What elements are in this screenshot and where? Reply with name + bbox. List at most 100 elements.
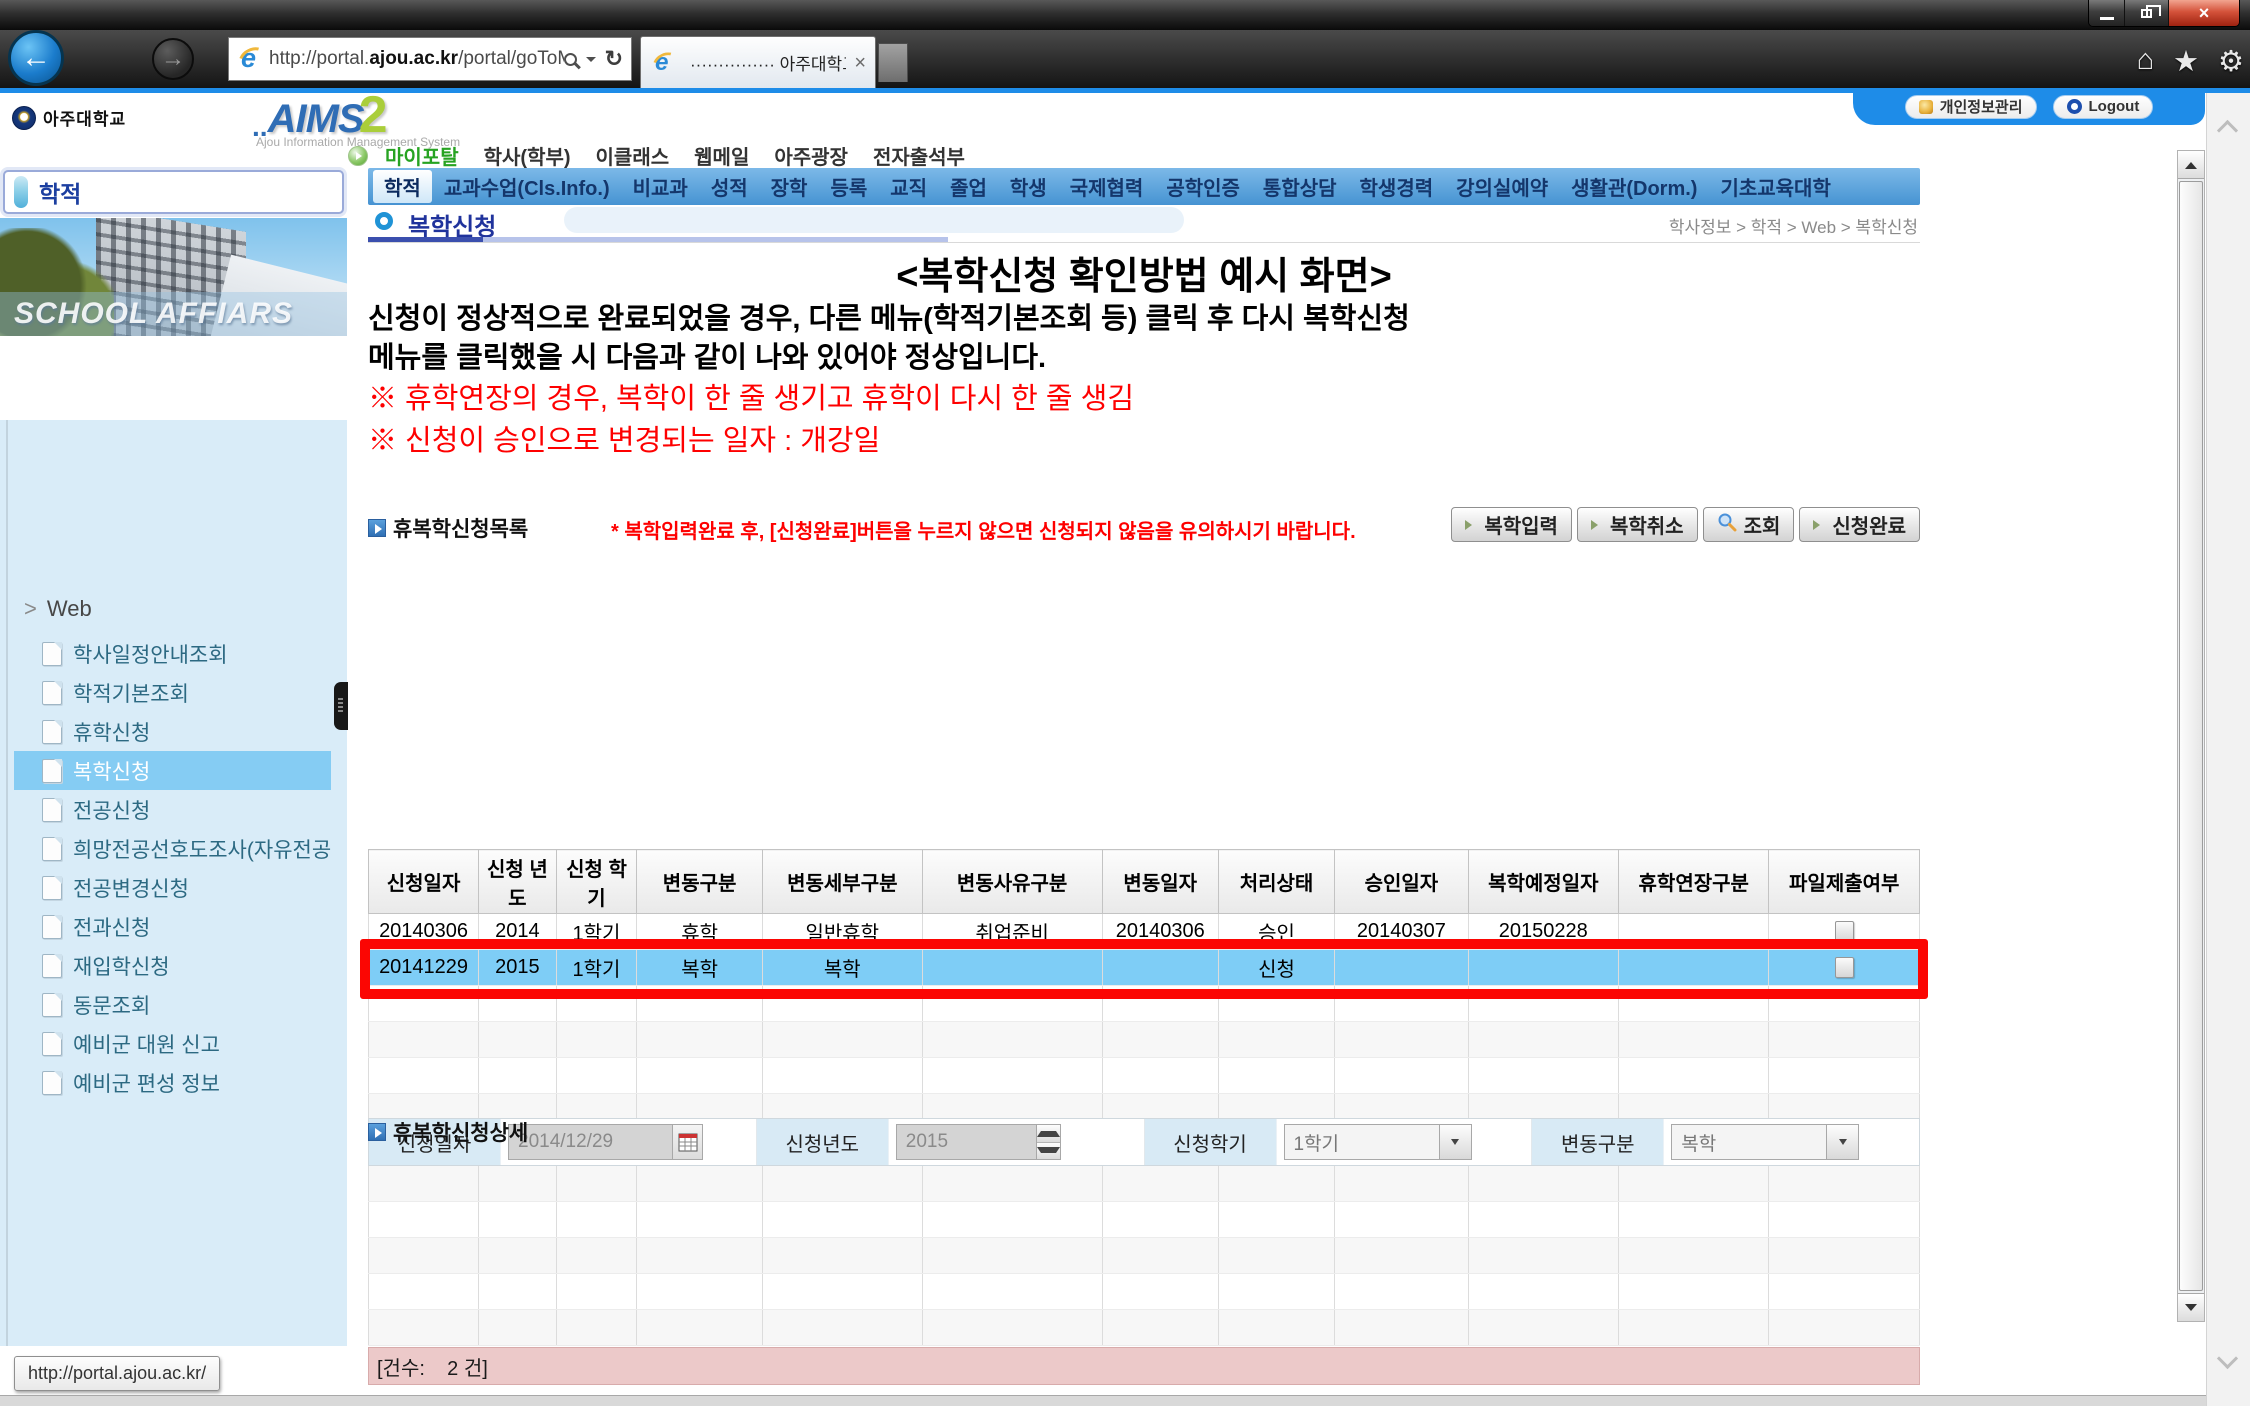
sidebar-item[interactable]: 예비군 대원 신고 (42, 1024, 331, 1063)
sidebar-item[interactable]: 예비군 편성 정보 (42, 1063, 331, 1102)
scroll-up-button[interactable] (2178, 151, 2204, 179)
quick-link[interactable]: 마이포탈 (385, 141, 459, 170)
dropdown-신청학기[interactable]: 1학기 (1284, 1124, 1472, 1160)
quick-link[interactable]: 웹메일 (694, 141, 749, 170)
sidebar-item[interactable]: 학적기본조회 (42, 673, 331, 712)
action-button-조회[interactable]: 조회 (1703, 507, 1795, 542)
address-bar[interactable]: e http://portal.ajou.ac.kr/portal/goToMy… (228, 37, 632, 81)
menu-item[interactable]: 교과수업(Cls.Info.) (433, 168, 621, 205)
menu-item[interactable]: 등록 (819, 168, 878, 205)
scroll-down-button[interactable] (2178, 1293, 2204, 1321)
menu-item[interactable]: 성적 (700, 168, 759, 205)
section-square-icon (368, 519, 386, 537)
empty-cell (1769, 1310, 1920, 1346)
table-row[interactable]: 2014122920151학기복학복학 신청 (369, 950, 1920, 986)
sidebar-item[interactable]: 전공변경신청 (42, 868, 331, 907)
back-button[interactable]: ← (8, 30, 64, 86)
sidebar-item[interactable]: 재입학신청 (42, 946, 331, 985)
date-input[interactable]: 2014/12/29 (508, 1124, 703, 1160)
sidebar-group-web[interactable]: > Web (0, 420, 347, 634)
menu-item[interactable]: 통합상담 (1252, 168, 1348, 205)
file-submit-checkbox[interactable] (1835, 921, 1854, 942)
logout-button[interactable]: Logout (2053, 95, 2154, 119)
sidebar-item[interactable]: 휴학신청 (42, 712, 331, 751)
restore-button[interactable] (2125, 0, 2169, 26)
home-icon[interactable]: ⌂ (2136, 44, 2154, 79)
quick-link[interactable]: 학사(학부) (484, 141, 571, 170)
sidebar-item[interactable]: 전공신청 (42, 790, 331, 829)
empty-cell (369, 1274, 479, 1310)
quick-link[interactable]: 이클래스 (596, 141, 670, 170)
browser-tab[interactable]: e ··············· 아주대학교 AIM... × (640, 36, 876, 88)
page-scrollbar[interactable] (2177, 150, 2205, 1322)
menu-item[interactable]: 기초교육대학 (1709, 168, 1841, 205)
empty-cell (1468, 1022, 1618, 1058)
action-button-신청완료[interactable]: 신청완료 (1799, 507, 1920, 542)
search-icon[interactable] (564, 53, 577, 66)
menu-item[interactable]: 공학인증 (1155, 168, 1251, 205)
forward-button[interactable]: → (152, 38, 194, 80)
sidebar-item[interactable]: 복학신청 (14, 751, 331, 790)
menu-item[interactable]: 생활관(Dorm.) (1560, 168, 1708, 205)
empty-cell (637, 986, 763, 1022)
minimize-button[interactable] (2089, 0, 2125, 26)
privacy-button[interactable]: 개인정보관리 (1905, 95, 2037, 119)
sidebar-item[interactable]: 전과신청 (42, 907, 331, 946)
column-header: 처리상태 (1218, 850, 1334, 914)
table-cell: 20140307 (1335, 914, 1468, 950)
tab-close-icon[interactable]: × (854, 53, 866, 73)
search-dropdown-icon[interactable] (586, 57, 596, 67)
menu-item[interactable]: 학생 (999, 168, 1058, 205)
detail-section: 휴복학신청상세 신청일자2014/12/29신청년도2015신청학기1학기변동구… (368, 1109, 1920, 1166)
quick-link[interactable]: 아주광장 (774, 141, 848, 170)
dropdown-button[interactable] (1826, 1125, 1858, 1159)
action-button-label: 복학취소 (1610, 510, 1684, 539)
refresh-icon[interactable]: ↻ (605, 46, 623, 72)
chevron-up-icon[interactable] (2217, 120, 2238, 141)
menu-item[interactable]: 장학 (760, 168, 819, 205)
menu-item[interactable]: 학적 (373, 170, 432, 203)
account-button-label: 개인정보관리 (1940, 96, 2023, 117)
empty-cell (1619, 1022, 1769, 1058)
empty-cell (1769, 986, 1920, 1022)
menu-item[interactable]: 학생경력 (1349, 168, 1445, 205)
year-spinner[interactable]: 2015 (896, 1124, 1061, 1160)
sidebar-item-label: 전공변경신청 (73, 873, 189, 903)
calendar-icon[interactable] (672, 1125, 702, 1159)
menu-item[interactable]: 국제협력 (1059, 168, 1155, 205)
button-arrow-icon (1813, 520, 1825, 530)
sidebar-collapse-handle[interactable] (334, 682, 348, 730)
sidebar-item[interactable]: 학사일정안내조회 (42, 634, 331, 673)
document-icon (42, 837, 62, 861)
university-logo[interactable]: 아주대학교 (12, 105, 126, 130)
action-button-복학취소[interactable]: 복학취소 (1577, 507, 1698, 542)
empty-cell (556, 1274, 637, 1310)
star-icon[interactable]: ★ (2173, 44, 2199, 79)
sidebar-item[interactable]: 동문조회 (42, 985, 331, 1024)
close-button[interactable]: × (2169, 0, 2239, 26)
menu-item[interactable]: 비교과 (622, 168, 699, 205)
application-table-wrap: 신청일자신청 년도신청 학기변동구분변동세부구분변동사유구분변동일자처리상태승인… (368, 849, 1920, 1346)
chevron-down-icon[interactable] (2217, 1348, 2238, 1369)
spinner-up-button[interactable] (1037, 1125, 1060, 1142)
ie-icon: e (237, 45, 265, 73)
sidebar-item[interactable]: 희망전공선호도조사(자유전공 (42, 829, 331, 868)
scrollbar-thumb[interactable] (2179, 181, 2203, 1291)
file-submit-checkbox[interactable] (1835, 957, 1854, 978)
list-section: 휴복학신청목록 * 복학입력완료 후, [신청완료]버튼을 누르지 않으면 신청… (368, 505, 1920, 547)
dropdown-button[interactable] (1439, 1125, 1471, 1159)
spinner-down-button[interactable] (1037, 1142, 1060, 1160)
column-header: 신청 학기 (556, 850, 637, 914)
empty-cell (1102, 1202, 1218, 1238)
menu-item[interactable]: 강의실예약 (1445, 168, 1559, 205)
quick-link[interactable]: 전자출석부 (873, 141, 965, 170)
menu-item[interactable]: 졸업 (939, 168, 998, 205)
action-button-복학입력[interactable]: 복학입력 (1451, 507, 1572, 542)
menu-item[interactable]: 교직 (879, 168, 938, 205)
dropdown-변동구분[interactable]: 복학 (1671, 1124, 1859, 1160)
gear-icon[interactable]: ⚙ (2218, 44, 2244, 79)
window-controls: × (2088, 0, 2240, 27)
table-row[interactable]: 2014030620141학기휴학일반휴학취업준비20140306승인20140… (369, 914, 1920, 950)
document-icon (42, 876, 62, 900)
new-tab-button[interactable] (878, 43, 908, 82)
